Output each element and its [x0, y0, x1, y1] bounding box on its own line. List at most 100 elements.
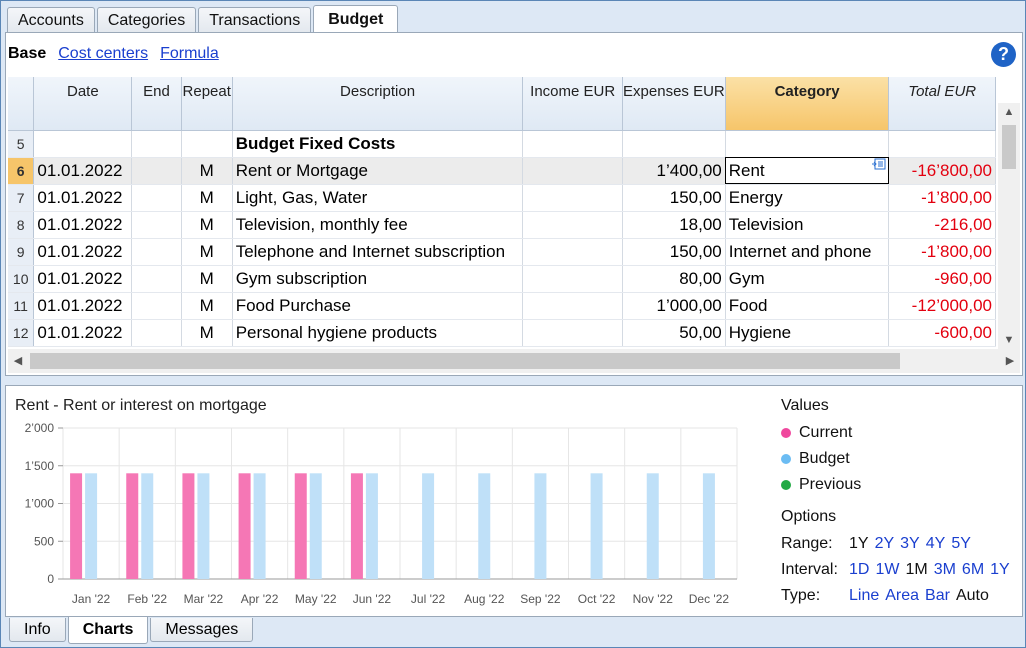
cell-expenses[interactable]: 1’000,00	[622, 292, 726, 320]
vertical-scroll-thumb[interactable]	[1002, 125, 1016, 169]
cell-total[interactable]: -12’000,00	[888, 292, 996, 320]
tab-categories[interactable]: Categories	[96, 7, 197, 33]
table-row[interactable]: 12 01.01.2022 M Personal hygiene products 50…	[8, 319, 996, 347]
cell-end[interactable]	[131, 211, 182, 239]
cell-income[interactable]	[522, 157, 624, 185]
cell-category[interactable]: Gym	[725, 265, 890, 293]
cell-expenses[interactable]: 150,00	[622, 238, 726, 266]
cell-repeat[interactable]: M	[181, 319, 233, 347]
header-description[interactable]: Description	[232, 77, 524, 131]
cell-repeat[interactable]: M	[181, 211, 233, 239]
cell-total[interactable]: -216,00	[888, 211, 996, 239]
row-number[interactable]: 11	[8, 292, 35, 320]
cell-end[interactable]	[131, 265, 182, 293]
cell-date[interactable]: 01.01.2022	[33, 292, 133, 320]
cell-category[interactable]: Rent	[725, 157, 890, 185]
header-expenses[interactable]: Expenses EUR	[622, 77, 726, 131]
cell-income[interactable]	[522, 238, 624, 266]
cell-end[interactable]	[131, 157, 182, 185]
cell-total[interactable]: -960,00	[888, 265, 996, 293]
option-choice[interactable]: 2Y	[875, 535, 895, 553]
cell-category[interactable]: Internet and phone	[725, 238, 890, 266]
cell-description[interactable]: Light, Gas, Water	[232, 184, 524, 212]
option-choice[interactable]: 1Y	[990, 561, 1010, 579]
row-number[interactable]: 8	[8, 211, 35, 239]
cell-income[interactable]	[522, 265, 624, 293]
option-choice[interactable]: 3M	[934, 561, 956, 579]
scroll-down-icon[interactable]: ▼	[998, 331, 1020, 349]
cell-repeat[interactable]: M	[181, 184, 233, 212]
table-row[interactable]: 5 Budget Fixed Costs	[8, 130, 996, 158]
table-row[interactable]: 11 01.01.2022 M Food Purchase 1’000,00 Food -1…	[8, 292, 996, 320]
horizontal-scroll-thumb[interactable]	[30, 353, 900, 369]
table-row[interactable]: 9 01.01.2022 M Telephone and Internet subsc…	[8, 238, 996, 266]
cell-date[interactable]: 01.01.2022	[33, 211, 133, 239]
cell-end[interactable]	[131, 184, 182, 212]
cell-expenses[interactable]: 150,00	[622, 184, 726, 212]
cell-total[interactable]: -1’800,00	[888, 184, 996, 212]
vertical-scrollbar[interactable]: ▲ ▼	[998, 103, 1020, 349]
header-total[interactable]: Total EUR	[888, 77, 996, 131]
cell-income[interactable]	[522, 292, 624, 320]
cell-description[interactable]: Budget Fixed Costs	[232, 130, 524, 158]
cell-category[interactable]: Television	[725, 211, 890, 239]
tab-transactions[interactable]: Transactions	[198, 7, 312, 33]
option-choice[interactable]: Auto	[956, 587, 989, 605]
option-choice[interactable]: 4Y	[926, 535, 946, 553]
cell-repeat[interactable]: M	[181, 157, 233, 185]
view-formula[interactable]: Formula	[160, 45, 219, 63]
cell-total[interactable]: -16’800,00	[888, 157, 996, 185]
cell-expenses[interactable]: 18,00	[622, 211, 726, 239]
row-number[interactable]: 12	[8, 319, 35, 347]
cell-total[interactable]: -1’800,00	[888, 238, 996, 266]
scroll-up-icon[interactable]: ▲	[998, 103, 1020, 121]
cell-list-icon[interactable]	[872, 158, 886, 170]
view-cost-centers[interactable]: Cost centers	[58, 45, 148, 63]
cell-date[interactable]: 01.01.2022	[33, 319, 133, 347]
table-row[interactable]: 10 01.01.2022 M Gym subscription 80,00 Gym -96…	[8, 265, 996, 293]
cell-expenses[interactable]: 50,00	[622, 319, 726, 347]
tab-budget[interactable]: Budget	[313, 5, 399, 34]
table-row[interactable]: 8 01.01.2022 M Television, monthly fee 18,00…	[8, 211, 996, 239]
cell-date[interactable]: 01.01.2022	[33, 238, 133, 266]
header-end[interactable]: End	[131, 77, 182, 131]
help-icon[interactable]: ?	[991, 42, 1016, 67]
cell-end[interactable]	[131, 238, 182, 266]
scroll-right-icon[interactable]: ▶	[1000, 349, 1020, 373]
cell-income[interactable]	[522, 130, 624, 158]
option-choice[interactable]: 1D	[849, 561, 869, 579]
cell-expenses[interactable]: 1’400,00	[622, 157, 726, 185]
cell-total[interactable]: -600,00	[888, 319, 996, 347]
header-category[interactable]: Category	[725, 77, 890, 131]
table-row[interactable]: 7 01.01.2022 M Light, Gas, Water 150,00 Energ…	[8, 184, 996, 212]
cell-end[interactable]	[131, 319, 182, 347]
cell-description[interactable]: Gym subscription	[232, 265, 524, 293]
cell-end[interactable]	[131, 292, 182, 320]
tab-charts[interactable]: Charts	[67, 617, 149, 644]
option-choice[interactable]: Bar	[925, 587, 950, 605]
header-repeat[interactable]: Repeat	[181, 77, 233, 131]
horizontal-scrollbar[interactable]: ◀ ▶	[8, 349, 1020, 373]
row-number[interactable]: 6	[8, 157, 35, 185]
cell-repeat[interactable]	[181, 130, 233, 158]
tab-messages[interactable]: Messages	[150, 618, 254, 642]
cell-expenses[interactable]	[622, 130, 726, 158]
table-row[interactable]: 6 01.01.2022 M Rent or Mortgage 1’400,00 Rent…	[8, 157, 996, 185]
cell-description[interactable]: Telephone and Internet subscription	[232, 238, 524, 266]
cell-date[interactable]: 01.01.2022	[33, 157, 133, 185]
row-number[interactable]: 9	[8, 238, 35, 266]
tab-info[interactable]: Info	[9, 618, 66, 642]
cell-total[interactable]	[888, 130, 996, 158]
cell-category[interactable]: Hygiene	[725, 319, 890, 347]
header-date[interactable]: Date	[33, 77, 133, 131]
cell-description[interactable]: Personal hygiene products	[232, 319, 524, 347]
cell-date[interactable]: 01.01.2022	[33, 184, 133, 212]
option-choice[interactable]: 1M	[905, 561, 927, 579]
cell-end[interactable]	[131, 130, 182, 158]
cell-category[interactable]: Energy	[725, 184, 890, 212]
cell-description[interactable]: Rent or Mortgage	[232, 157, 524, 185]
option-choice[interactable]: 3Y	[900, 535, 920, 553]
option-choice[interactable]: 5Y	[951, 535, 971, 553]
legend-current[interactable]: Current	[781, 424, 1016, 442]
row-number[interactable]: 7	[8, 184, 35, 212]
